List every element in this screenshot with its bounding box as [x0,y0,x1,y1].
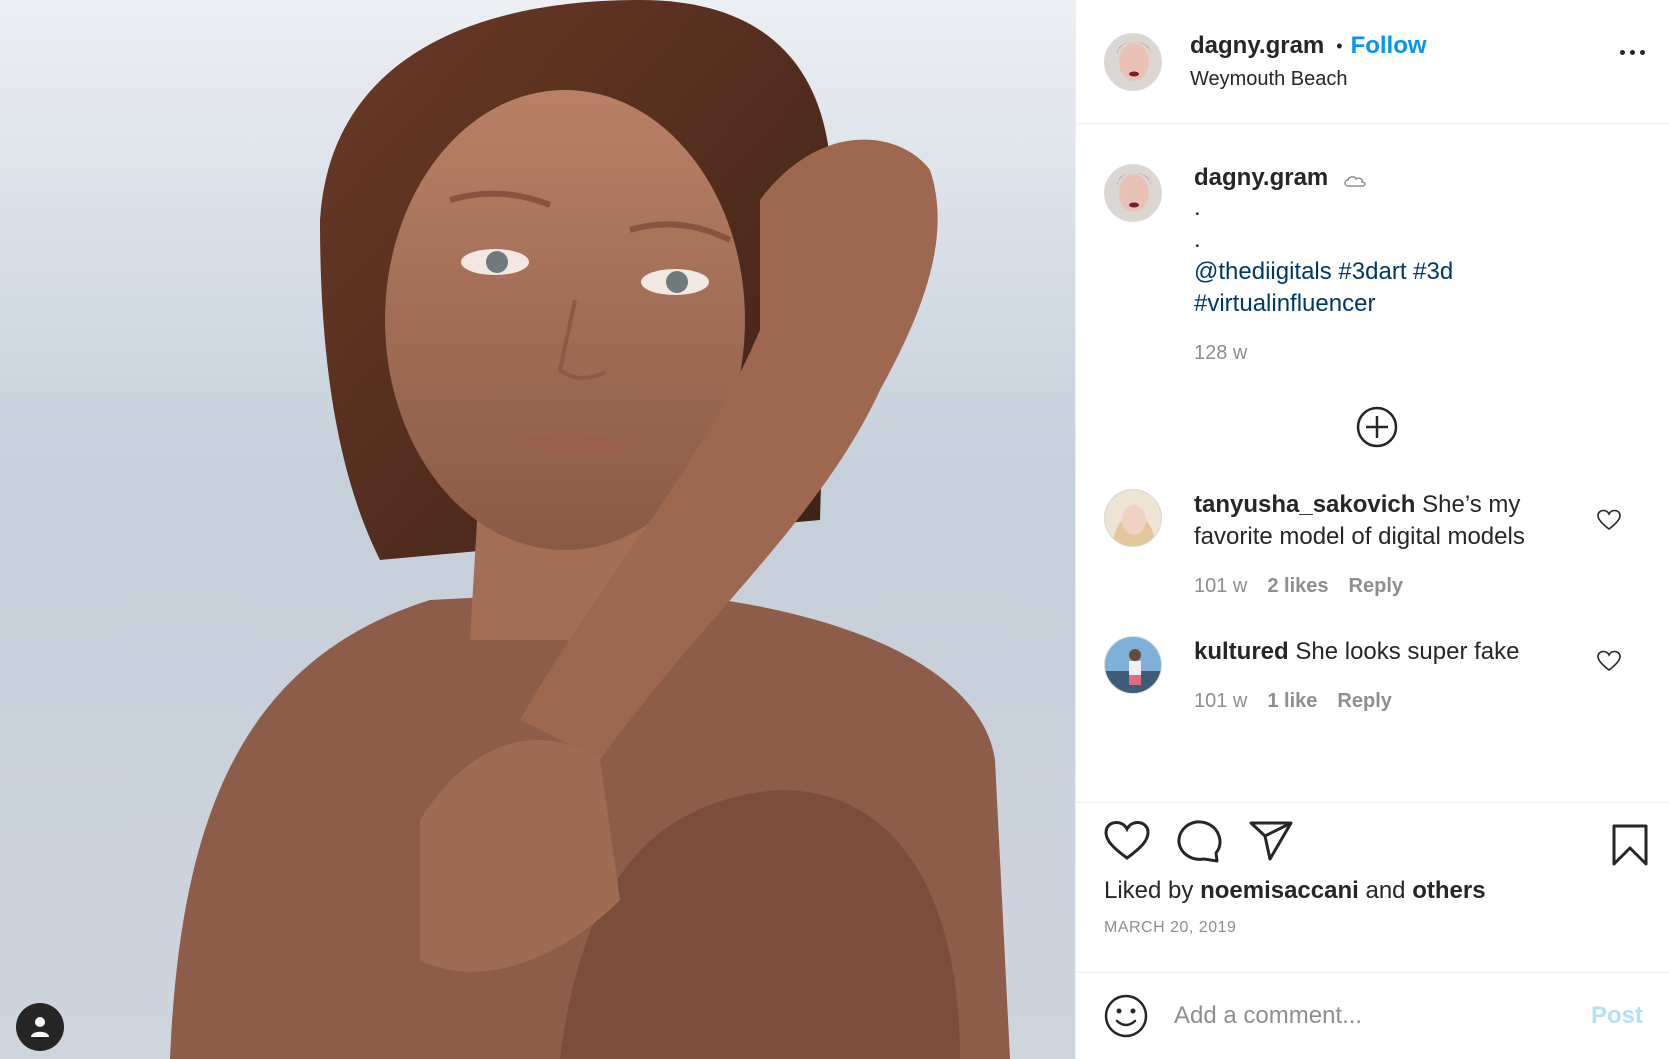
liked-by: Liked by noemisaccani and others [1104,877,1649,905]
comment-icon[interactable] [1176,819,1222,863]
avatar-image [1105,637,1161,693]
reply-button[interactable]: Reply [1349,575,1403,598]
liked-by-user[interactable]: noemisaccani [1200,877,1359,904]
load-more-button[interactable] [1104,405,1649,449]
user-tag-icon [31,1017,49,1037]
commenter-avatar[interactable] [1104,636,1162,694]
avatar-image [1105,165,1161,221]
commenter-username[interactable]: tanyusha_sakovich [1194,491,1415,518]
comment-like-icon[interactable] [1597,650,1621,672]
photo-illustration [170,0,1010,1059]
comments-list: dagny.gram . . @thediigitals #3dart #3d … [1076,124,1669,802]
comment-text: She looks super fake [1295,638,1520,665]
caption-avatar[interactable] [1104,164,1162,222]
bookmark-icon[interactable] [1611,823,1649,867]
avatar-image [1105,33,1161,90]
liked-by-others[interactable]: others [1412,877,1485,904]
post-header: dagny.gram • Follow Weymouth Beach [1076,0,1669,124]
comment-composer: Post [1076,972,1669,1059]
emoji-icon[interactable] [1104,994,1148,1038]
liked-by-prefix: Liked by [1104,877,1194,904]
post-comment-button[interactable]: Post [1585,1001,1649,1031]
liked-by-conj: and [1365,877,1406,904]
post-sidebar: dagny.gram • Follow Weymouth Beach dagny… [1075,0,1669,1059]
caption-hashtags[interactable]: @thediigitals #3dart #3d #virtualinfluen… [1194,256,1514,320]
author-avatar[interactable] [1104,32,1162,91]
header-text: dagny.gram • Follow Weymouth Beach [1190,32,1427,91]
caption: dagny.gram . . @thediigitals #3dart #3d … [1104,164,1649,365]
avatar-image [1105,490,1161,546]
user-tag-button[interactable] [16,1003,64,1051]
comment-likes[interactable]: 1 like [1267,690,1317,713]
heart-icon[interactable] [1104,820,1150,862]
caption-line: . [1194,226,1201,253]
comment-item: tanyusha_sakovich She’s my favorite mode… [1104,489,1649,598]
caption-age[interactable]: 128 w [1194,342,1247,365]
commenter-username[interactable]: kultured [1194,638,1289,665]
post-actions: Liked by noemisaccani and others MARCH 2… [1076,802,1669,972]
comment-age[interactable]: 101 w [1194,690,1247,713]
separator-dot: • [1336,35,1343,56]
follow-button[interactable]: Follow [1351,32,1427,60]
share-icon[interactable] [1248,820,1294,862]
comment-item: kultured She looks super fake 101 w 1 li… [1104,636,1649,713]
post-photo[interactable] [0,0,1075,1059]
author-username[interactable]: dagny.gram [1190,32,1324,60]
comment-age[interactable]: 101 w [1194,575,1247,598]
more-options-icon[interactable] [1620,50,1645,55]
caption-line: . [1194,194,1201,221]
post-dialog: dagny.gram • Follow Weymouth Beach dagny… [0,0,1669,1059]
comment-like-icon[interactable] [1597,509,1621,531]
post-date[interactable]: MARCH 20, 2019 [1104,919,1649,937]
cloud-emoji-icon [1343,175,1366,187]
reply-button[interactable]: Reply [1337,690,1391,713]
post-location[interactable]: Weymouth Beach [1190,68,1427,91]
load-more-icon [1356,406,1397,448]
comment-input[interactable] [1172,1001,1585,1031]
comment-likes[interactable]: 2 likes [1267,575,1328,598]
caption-username[interactable]: dagny.gram [1194,164,1328,191]
commenter-avatar[interactable] [1104,489,1162,547]
